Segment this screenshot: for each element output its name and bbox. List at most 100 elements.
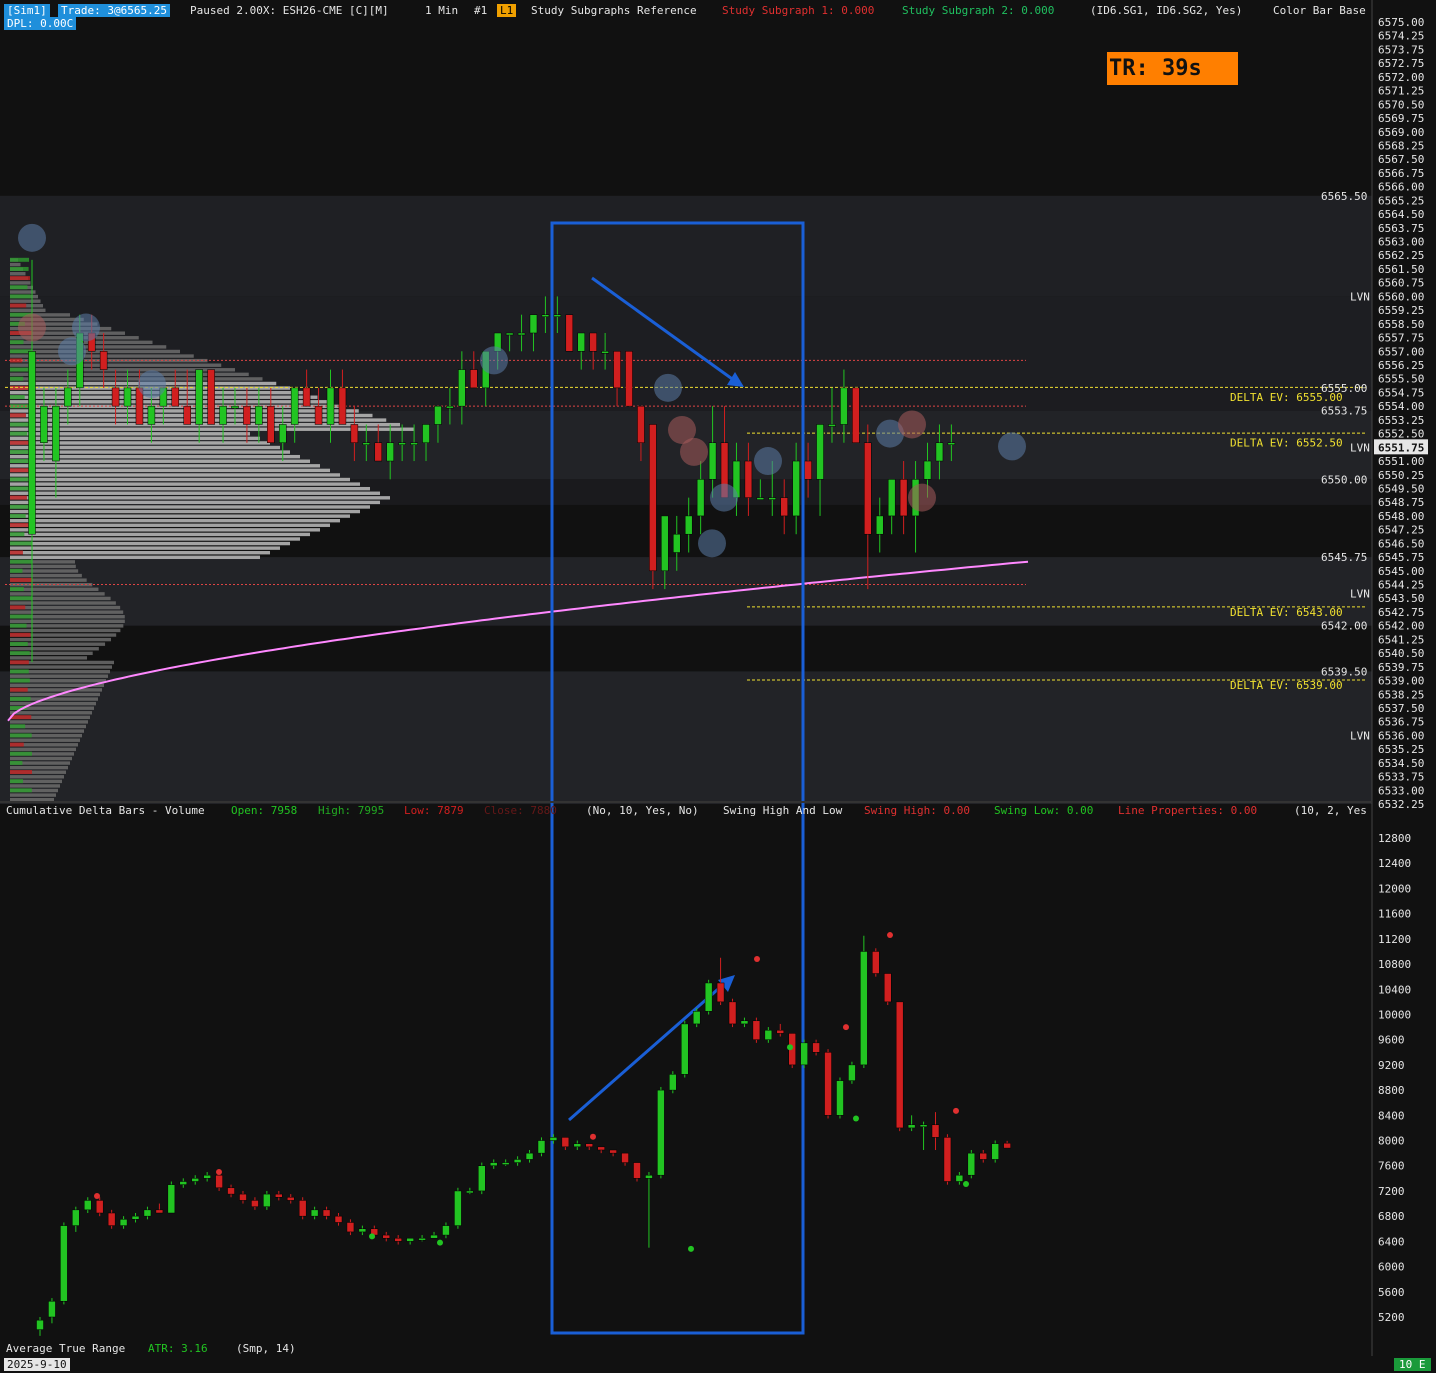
volume-profile-bar — [10, 299, 41, 303]
volume-profile-bar — [10, 564, 76, 569]
cum-delta-body — [692, 1011, 701, 1025]
time-zone-badge[interactable]: 10 E — [1394, 1358, 1431, 1371]
volume-profile-bar — [10, 738, 80, 742]
swing-marker — [963, 1181, 969, 1188]
price-candle-body — [696, 479, 705, 517]
cum-delta-body — [179, 1181, 188, 1185]
price-axis-label: 6563.00 — [1378, 236, 1424, 249]
cum-delta-body — [513, 1159, 522, 1163]
swing-marker — [688, 1245, 694, 1252]
price-candle-body — [338, 387, 347, 425]
price-candle-body — [398, 442, 406, 445]
cum-delta-body — [979, 1152, 988, 1160]
price-candle-body — [195, 369, 203, 425]
order-flow-bubble — [698, 529, 726, 558]
delta-profile-bar — [10, 742, 24, 747]
cd-low: Low: 7879 — [404, 804, 464, 817]
volume-profile-bar — [10, 628, 121, 633]
price-candle-body — [935, 442, 944, 462]
price-candle-body — [744, 460, 753, 498]
cum-delta-body — [931, 1124, 940, 1138]
cum-delta-body — [919, 1124, 928, 1128]
time-axis[interactable]: 2025-9-10 10 E — [0, 1356, 1436, 1373]
price-candle-body — [422, 424, 430, 443]
cum-delta-body — [275, 1193, 283, 1198]
cum-delta-body — [812, 1042, 820, 1053]
cum-delta-body — [752, 1020, 761, 1040]
price-candle-body — [840, 387, 848, 425]
price-candle-body — [768, 497, 777, 500]
cum-delta-body — [48, 1300, 56, 1318]
delta-profile-bar — [10, 550, 23, 555]
order-flow-bubble — [654, 373, 682, 402]
cum-delta-body — [991, 1143, 999, 1160]
cum-delta-axis-label: 6800 — [1378, 1210, 1405, 1223]
volume-profile-bar — [10, 624, 124, 628]
delta-profile-bar — [10, 660, 29, 665]
price-axis-label: 6567.50 — [1378, 153, 1424, 166]
cum-delta-body — [60, 1225, 68, 1302]
price-candle-body — [577, 332, 585, 352]
price-axis-label: 6533.75 — [1378, 771, 1424, 784]
cum-delta-body — [681, 1023, 689, 1075]
panel-divider[interactable] — [0, 801, 1372, 803]
order-flow-bubble — [58, 337, 86, 366]
price-candle-body — [386, 442, 394, 462]
price-candle-body — [601, 351, 609, 354]
cum-delta-axis-label: 10000 — [1378, 1008, 1411, 1021]
volume-profile-bar — [10, 445, 280, 450]
delta-profile-bar — [10, 285, 28, 290]
price-candle-body — [637, 405, 645, 443]
volume-profile-bar — [10, 464, 320, 468]
cum-delta-axis-label: 6400 — [1378, 1235, 1405, 1248]
chart-canvas[interactable]: 6575.006574.256573.756572.756572.006571.… — [0, 0, 1436, 1373]
order-flow-bubble — [138, 370, 166, 399]
price-axis-label: 6557.75 — [1378, 332, 1424, 345]
cum-delta-body — [215, 1174, 223, 1189]
hvn-level-label: 6545.75 — [1321, 551, 1367, 564]
swing-marker — [437, 1239, 443, 1246]
delta-profile-bar — [10, 733, 32, 738]
volume-profile-bar — [10, 784, 60, 788]
cum-delta-body — [860, 951, 868, 1066]
price-candle-body — [804, 460, 812, 480]
delta-profile-bar — [10, 779, 24, 784]
price-candle-body — [362, 442, 371, 445]
delta-profile-bar — [10, 669, 29, 674]
delta-profile-bar — [10, 422, 31, 427]
price-candle-body — [780, 497, 788, 517]
delta-profile-bar — [10, 340, 24, 345]
swing-marker — [590, 1133, 596, 1140]
price-axis-label: 6552.50 — [1378, 428, 1424, 441]
price-candle-body — [864, 442, 872, 535]
volume-profile-bar — [10, 701, 96, 706]
price-axis-label: 6544.25 — [1378, 579, 1424, 592]
volume-profile-bar — [10, 711, 92, 715]
price-axis-label: 6568.25 — [1378, 139, 1424, 152]
cum-delta-body — [143, 1209, 152, 1217]
cd-high: High: 7995 — [318, 804, 385, 817]
delta-profile-bar — [10, 696, 31, 701]
price-candle-body — [40, 405, 48, 443]
volume-profile-bar — [10, 747, 76, 752]
cum-delta-axis-label: 10800 — [1378, 958, 1411, 971]
volume-profile-bar — [10, 775, 64, 779]
cum-delta-body — [943, 1137, 952, 1182]
price-axis-label: 6554.00 — [1378, 400, 1424, 413]
price-candle-body — [541, 314, 550, 317]
delta-profile-bar — [10, 459, 30, 464]
price-axis-label: 6540.50 — [1378, 647, 1424, 660]
swing-marker — [754, 956, 760, 963]
swing-marker — [787, 1044, 793, 1051]
cum-delta-body — [406, 1237, 414, 1242]
cum-delta-axis-label: 12000 — [1378, 882, 1411, 895]
atr-params: (Smp, 14) — [236, 1342, 296, 1355]
price-axis-label: 6543.50 — [1378, 592, 1424, 605]
delta-profile-bar — [10, 596, 32, 601]
order-flow-bubble — [898, 410, 926, 439]
volume-profile-bar — [10, 601, 116, 605]
price-candle-body — [446, 405, 454, 409]
cum-delta-axis-label: 9600 — [1378, 1034, 1405, 1047]
cum-delta-body — [466, 1190, 474, 1194]
cum-delta-axis-label: 7600 — [1378, 1160, 1405, 1173]
